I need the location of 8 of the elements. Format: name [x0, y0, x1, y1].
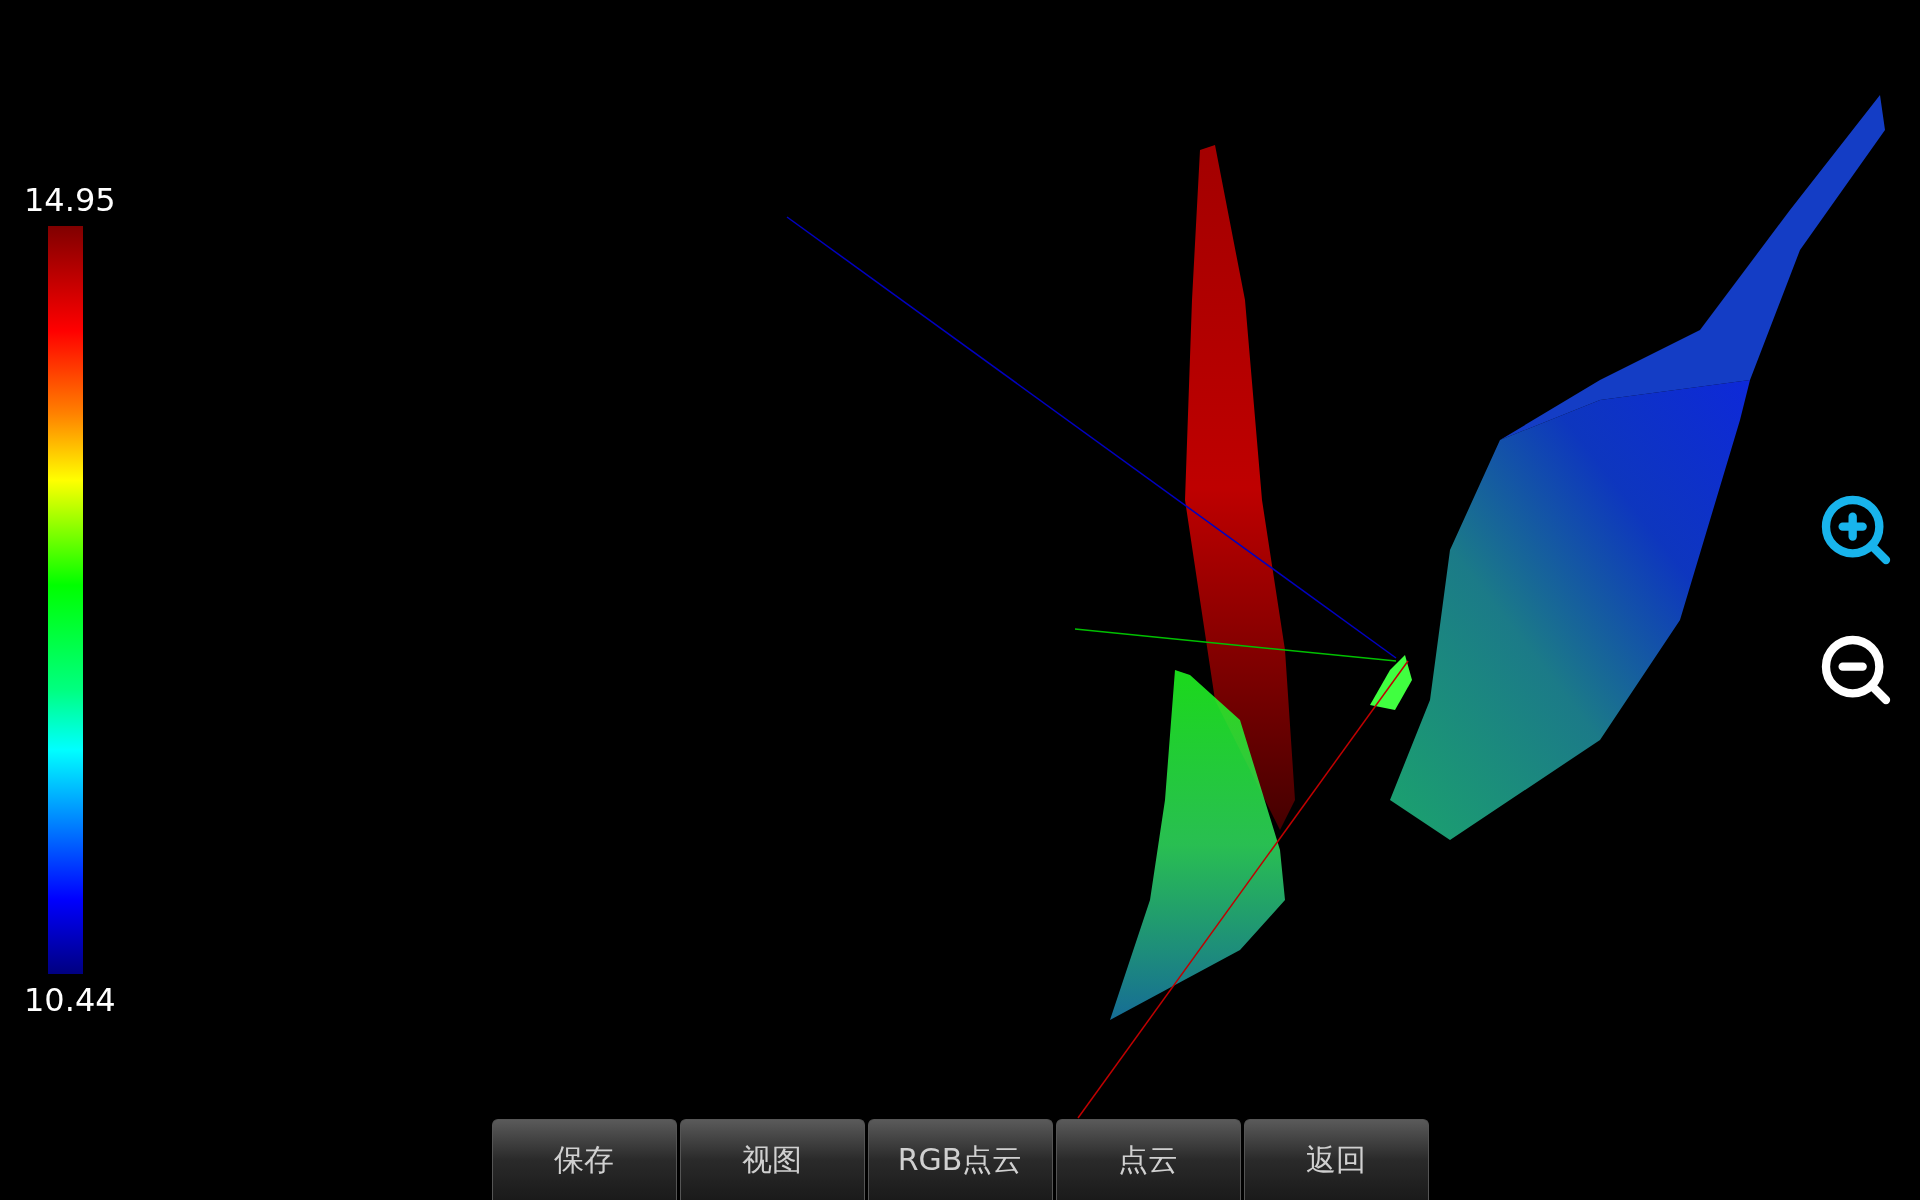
scale-min-value: 10.44 [24, 980, 116, 1020]
toolbar-button[interactable]: 保存 [491, 1119, 677, 1200]
toolbar-button[interactable]: 点云 [1055, 1119, 1241, 1200]
point-cloud-patch [1370, 655, 1412, 710]
toolbar-button[interactable]: 返回 [1243, 1119, 1429, 1200]
toolbar-button[interactable]: 视图 [679, 1119, 865, 1200]
toolbar-button[interactable]: RGB点云 [867, 1119, 1053, 1200]
scale-max-value: 14.95 [24, 180, 116, 220]
